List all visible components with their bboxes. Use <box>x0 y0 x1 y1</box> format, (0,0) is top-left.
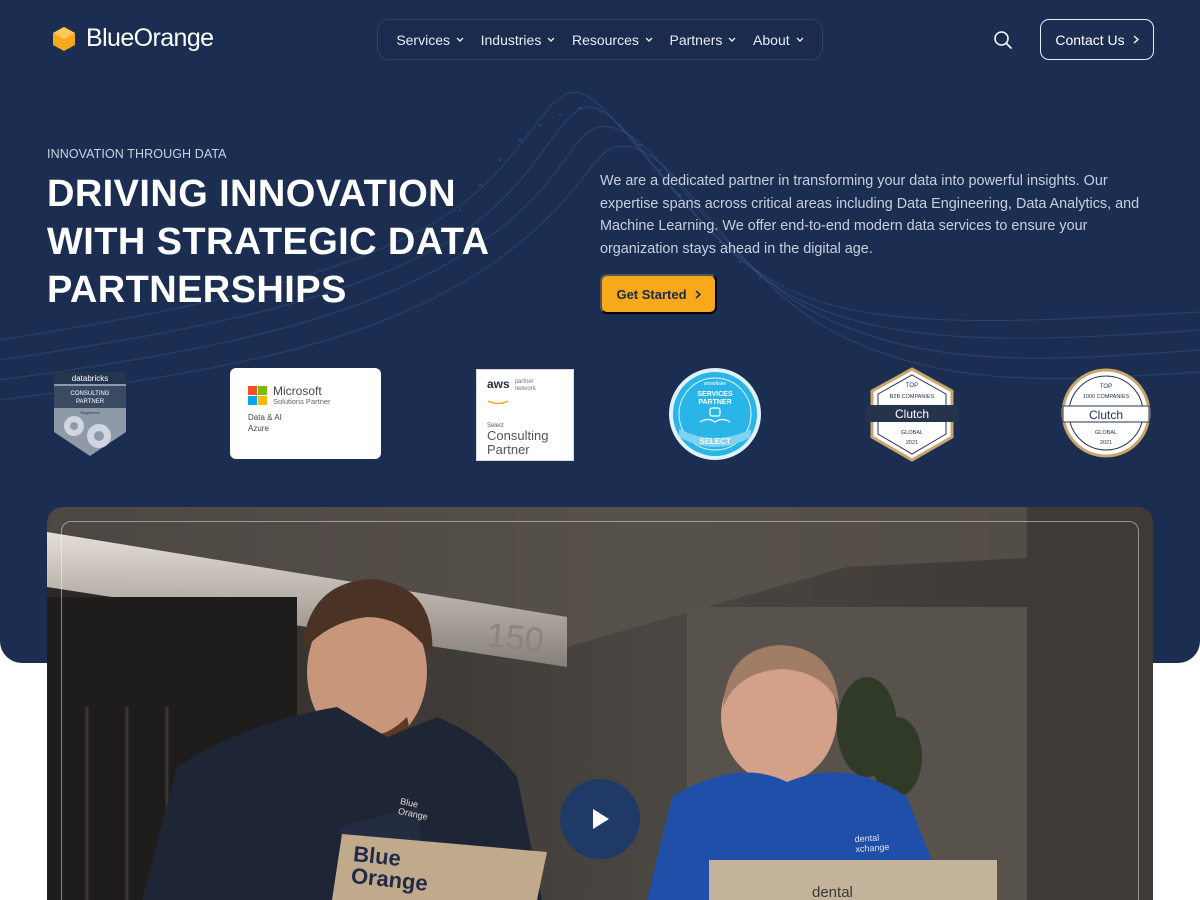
brand-logo[interactable]: BlueOrange <box>50 24 214 53</box>
clutch-b2b-region: GLOBAL <box>901 430 923 436</box>
headline-line: WITH STRATEGIC DATA <box>47 221 490 263</box>
snowflake-partner-badge: snowflake SERVICES PARTNER SELECT <box>669 368 761 460</box>
hero-eyebrow: INNOVATION THROUGH DATA <box>47 147 227 161</box>
aws-network-line2: network <box>514 386 536 392</box>
get-started-button[interactable]: Get Started <box>600 274 717 314</box>
databricks-brand: databricks <box>72 374 108 383</box>
hero-description: We are a dedicated partner in transformi… <box>600 173 1140 257</box>
hero-headline: DRIVING INNOVATION WITH STRATEGIC DATA P… <box>47 170 567 314</box>
clutch-1000-badge: TOP 1000 COMPANIES Clutch GLOBAL 2021 <box>1061 368 1151 458</box>
clutch-1000-year: 2021 <box>1100 440 1112 446</box>
nav-services-label: Services <box>396 31 450 48</box>
clutch-b2b-year: 2021 <box>906 440 918 446</box>
snowflake-brand: snowflake <box>704 381 726 387</box>
microsoft-logo-icon <box>248 386 267 405</box>
clutch-1000-brand: Clutch <box>1089 408 1123 422</box>
headline-line: PARTNERSHIPS <box>47 269 347 311</box>
main-nav: Services Industries Resources Partners A… <box>377 19 823 60</box>
play-button[interactable] <box>560 779 640 859</box>
clutch-1000-region: GLOBAL <box>1095 430 1117 436</box>
aws-tier-line2: Partner <box>487 442 530 457</box>
aws-logo-block: aws <box>487 378 510 409</box>
chevron-down-icon <box>728 37 736 42</box>
clutch-1000-top: TOP <box>1100 384 1112 390</box>
aws-tier-line1: Consulting <box>487 428 549 443</box>
aws-partner-badge: aws partner network Select Consulting Pa… <box>476 369 574 461</box>
nav-services[interactable]: Services <box>396 32 464 48</box>
nav-about[interactable]: About <box>753 32 804 48</box>
nav-resources[interactable]: Resources <box>572 32 653 48</box>
databricks-line2: PARTNER <box>76 399 105 405</box>
databricks-partner-badge: databricks CONSULTING PARTNER Registered <box>54 372 126 456</box>
databricks-line3: Registered <box>80 410 99 415</box>
chevron-right-icon <box>1133 35 1139 44</box>
contact-us-label: Contact Us <box>1055 31 1125 48</box>
video-preview[interactable]: 150 Blue Orange Blue Orange dental xchan… <box>47 507 1153 900</box>
play-icon <box>593 809 609 829</box>
microsoft-name: Microsoft <box>273 384 322 398</box>
microsoft-line1: Data & AI <box>248 413 282 422</box>
get-started-label: Get Started <box>616 286 687 302</box>
chevron-down-icon <box>645 37 653 42</box>
chevron-right-icon <box>695 289 701 299</box>
chevron-down-icon <box>456 37 464 42</box>
clutch-b2b-badge: TOP B2B COMPANIES Clutch GLOBAL 2021 <box>866 367 958 462</box>
microsoft-line2: Azure <box>248 424 269 433</box>
microsoft-logo-row: Microsoft Solutions Partner <box>248 385 363 406</box>
microsoft-specialty: Data & AI Azure <box>248 412 363 434</box>
microsoft-sub: Solutions Partner <box>273 397 331 406</box>
brand-name: BlueOrange <box>86 24 214 52</box>
aws-smile-icon <box>487 400 509 405</box>
nav-industries-label: Industries <box>480 31 542 48</box>
aws-network-line1: partner <box>514 379 534 385</box>
nav-partners[interactable]: Partners <box>670 32 737 48</box>
aws-logo-row: aws partner network <box>487 378 563 409</box>
nav-industries[interactable]: Industries <box>481 32 556 48</box>
nav-resources-label: Resources <box>571 31 639 48</box>
aws-logo: aws <box>487 377 510 391</box>
page: BlueOrange Services Industries Resources… <box>0 0 1200 900</box>
clutch-b2b-top: TOP <box>906 383 918 389</box>
snowflake-line2: PARTNER <box>698 399 731 406</box>
nav-about-label: About <box>753 31 790 48</box>
databricks-line1: CONSULTING <box>71 391 110 397</box>
microsoft-partner-badge: Microsoft Solutions Partner Data & AI Az… <box>230 368 381 459</box>
snowflake-line1: SERVICES <box>697 391 733 398</box>
clutch-1000-category: 1000 COMPANIES <box>1083 394 1130 400</box>
headline-line: DRIVING INNOVATION <box>47 173 457 215</box>
search-icon[interactable] <box>992 29 1014 51</box>
clutch-b2b-brand: Clutch <box>895 407 929 421</box>
clutch-b2b-category: B2B COMPANIES <box>890 394 935 400</box>
logo-hexagon-icon <box>53 26 75 51</box>
contact-us-button[interactable]: Contact Us <box>1040 19 1154 60</box>
nav-partners-label: Partners <box>669 31 723 48</box>
aws-network: partner network <box>515 379 536 393</box>
snowflake-line3: SELECT <box>699 437 731 446</box>
chevron-down-icon <box>796 37 804 42</box>
chevron-down-icon <box>547 37 555 42</box>
microsoft-text: Microsoft Solutions Partner <box>273 385 331 406</box>
